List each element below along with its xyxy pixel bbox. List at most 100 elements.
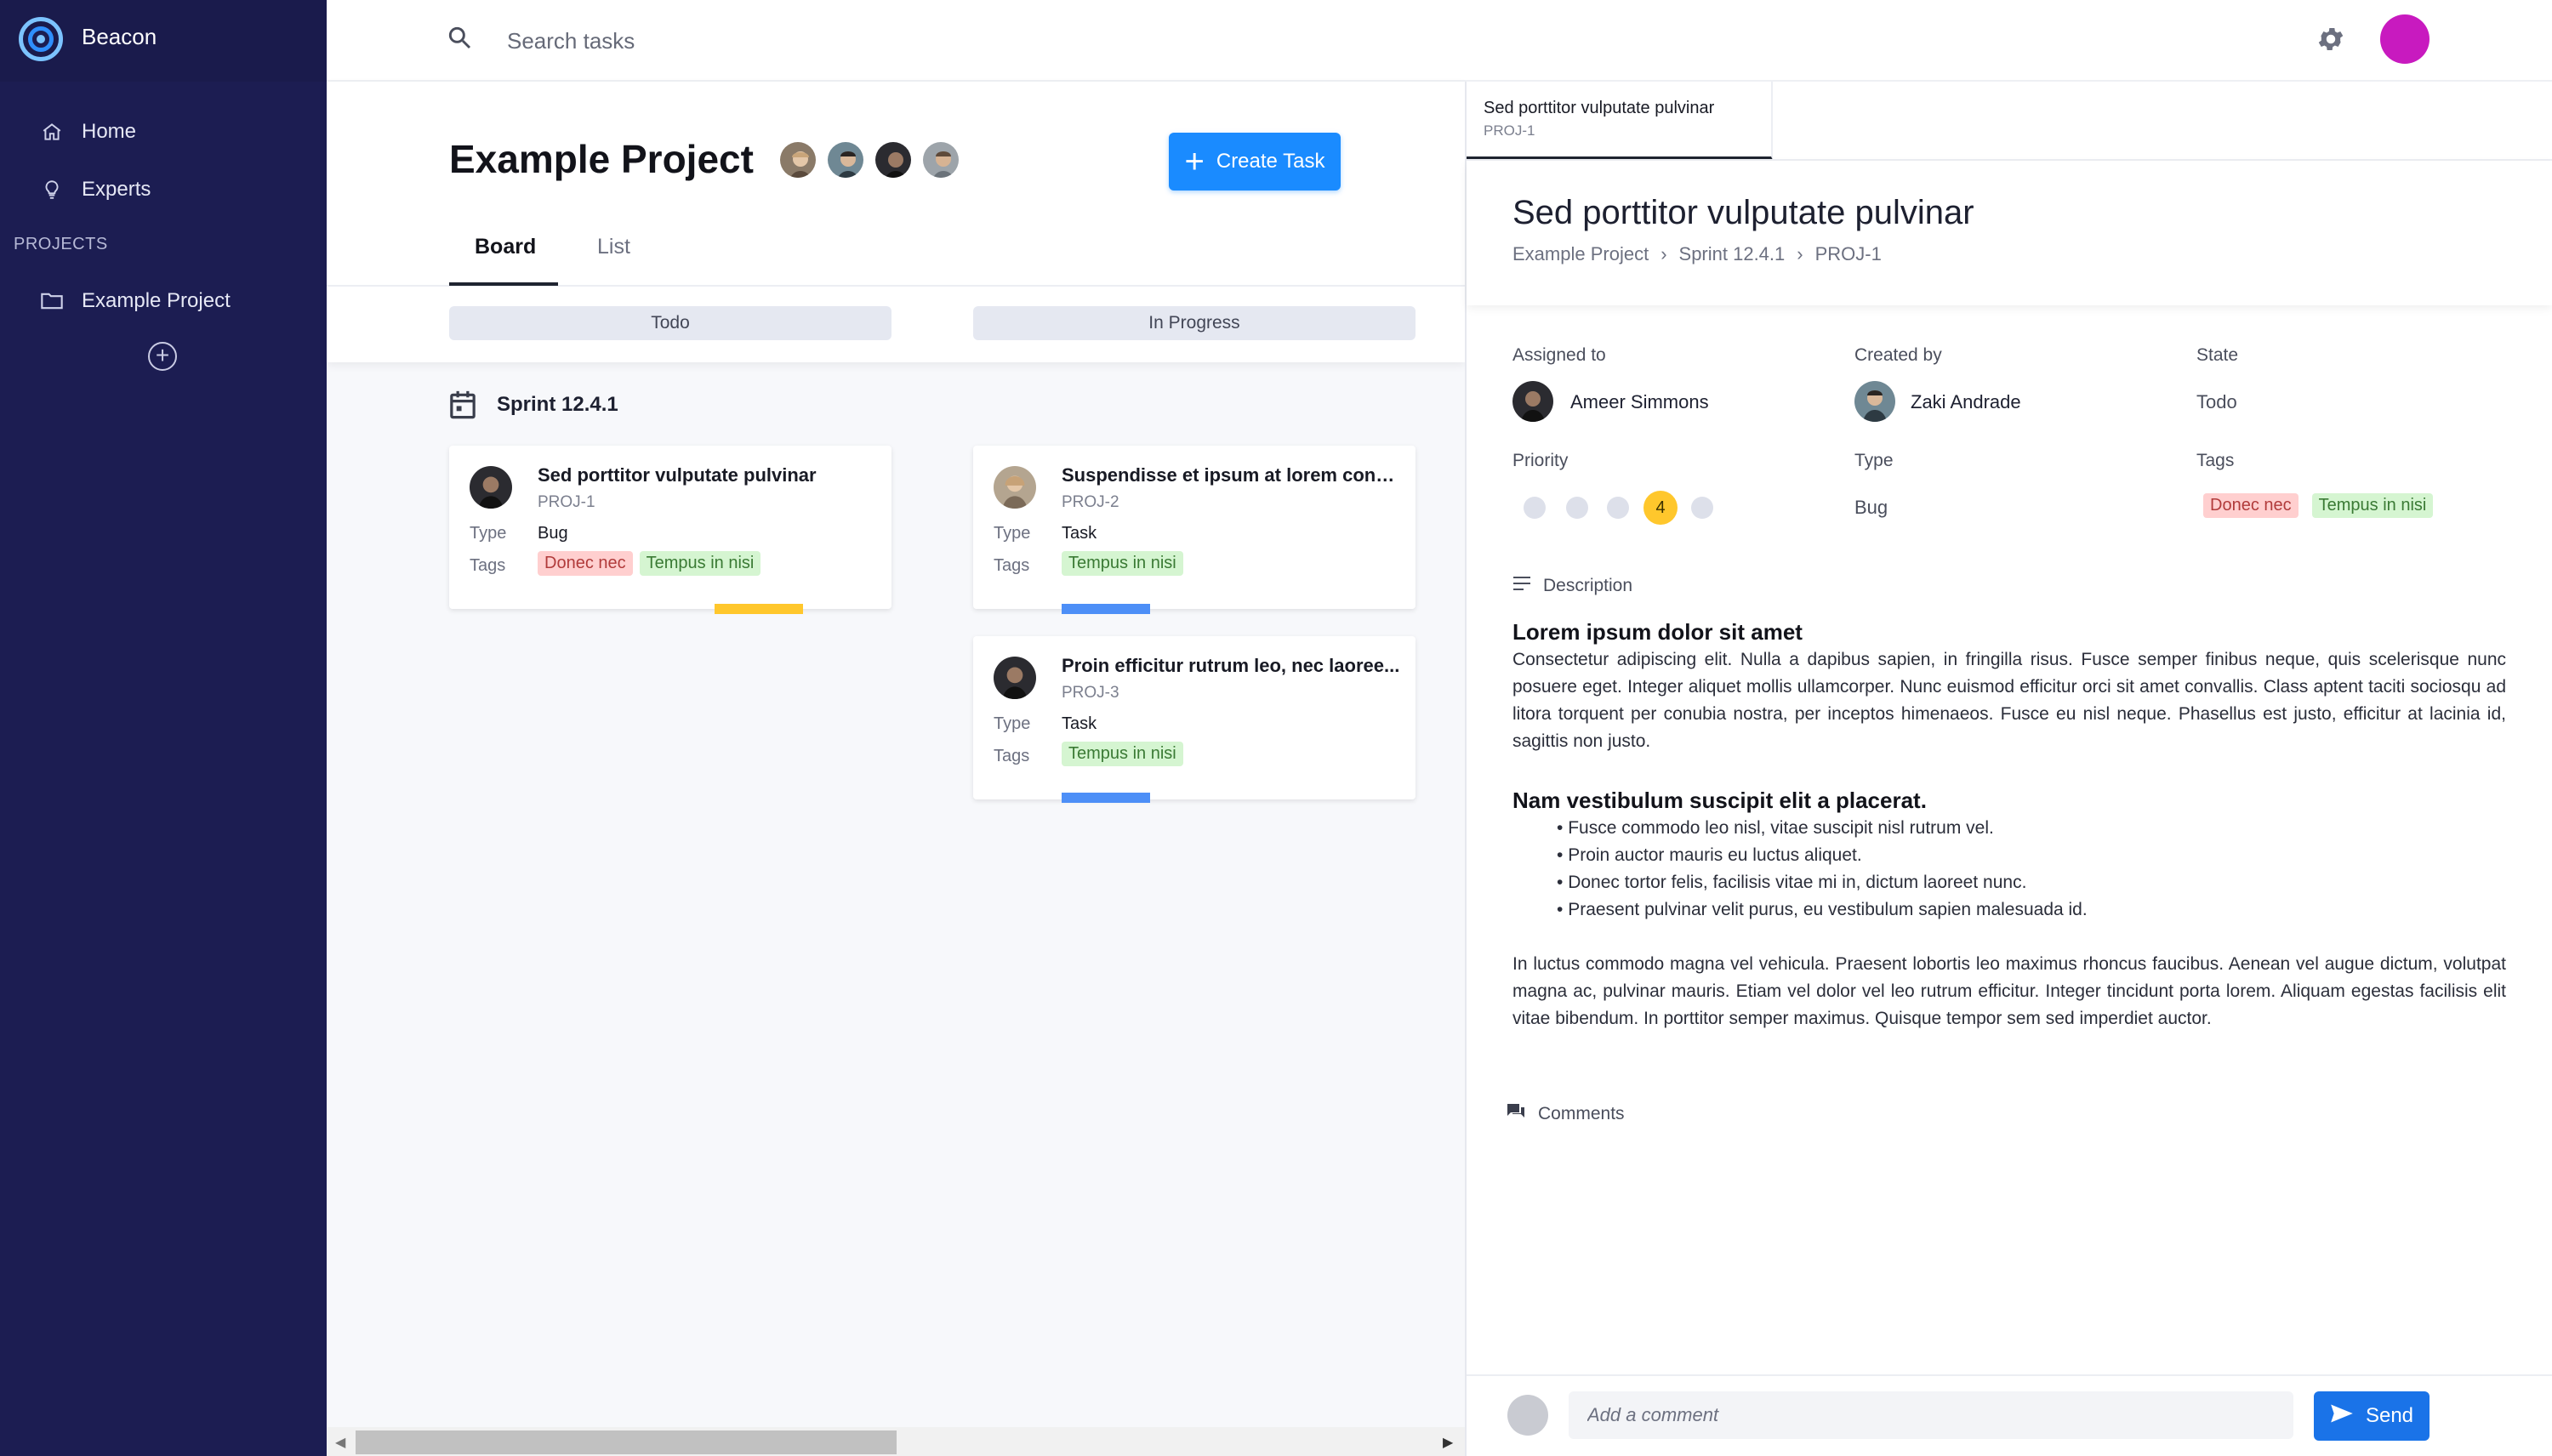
task-title: Sed porttitor vulputate pulvinar xyxy=(538,464,817,486)
sidebar-item-label: Experts xyxy=(82,178,151,201)
priority-option[interactable] xyxy=(1691,497,1713,519)
create-task-button[interactable]: + Create Task xyxy=(1169,133,1341,191)
type-value[interactable]: Bug xyxy=(1854,497,1888,519)
priority-option[interactable] xyxy=(1524,497,1546,519)
comments-icon xyxy=(1506,1102,1526,1126)
description-section: Description xyxy=(1512,575,1632,597)
home-icon xyxy=(39,121,65,143)
task-card[interactable]: Sed porttitor vulputate pulvinar PROJ-1 … xyxy=(449,446,891,609)
creator-avatar xyxy=(1854,381,1895,422)
detail-header xyxy=(1467,161,2552,305)
send-icon xyxy=(2330,1403,2354,1430)
description-paragraph: Consectetur adipiscing elit. Nulla a dap… xyxy=(1512,650,2506,751)
state-value[interactable]: Todo xyxy=(2196,391,2237,413)
priority-selected[interactable]: 4 xyxy=(1643,491,1678,525)
breadcrumb-project[interactable]: Example Project xyxy=(1512,243,1649,265)
projects-section-label: PROJECTS xyxy=(14,235,108,253)
assigned-label: Assigned to xyxy=(1512,345,1606,365)
column-header-todo: Todo xyxy=(449,306,891,340)
task-card[interactable]: Suspendisse et ipsum at lorem condi... P… xyxy=(973,446,1416,609)
type-label: Type xyxy=(994,714,1031,733)
priority-indicator xyxy=(1062,604,1150,614)
column-header-in-progress: In Progress xyxy=(973,306,1416,340)
task-card[interactable]: Proin efficitur rutrum leo, nec laoree..… xyxy=(973,636,1416,799)
tags-label: Tags xyxy=(2196,451,2235,470)
gear-icon[interactable] xyxy=(2316,24,2346,59)
sprint-title[interactable]: Sprint 12.4.1 xyxy=(497,393,618,417)
add-project-button[interactable]: + xyxy=(148,342,177,371)
list-item: Praesent pulvinar velit purus, eu vestib… xyxy=(1557,896,2088,924)
task-id: PROJ-1 xyxy=(538,493,595,511)
search-input[interactable] xyxy=(507,24,1188,58)
assignee-avatar xyxy=(470,466,512,509)
tag: Tempus in nisi xyxy=(1062,551,1183,576)
sidebar-item-example-project[interactable]: Example Project xyxy=(39,282,231,320)
tag: Tempus in nisi xyxy=(639,551,761,576)
priority-option[interactable] xyxy=(1607,497,1629,519)
commenter-avatar xyxy=(1507,1395,1548,1436)
task-title: Suspendisse et ipsum at lorem condi... xyxy=(1062,464,1402,486)
sidebar-item-home[interactable]: Home xyxy=(39,113,136,151)
tab-task-title: Sed porttitor vulputate pulvinar xyxy=(1484,99,1715,117)
description-list: Fusce commodo leo nisl, vitae suscipit n… xyxy=(1557,815,2088,924)
assignee-name[interactable]: Ameer Simmons xyxy=(1570,391,1709,413)
chevron-right-icon: › xyxy=(1661,243,1667,264)
tag: Tempus in nisi xyxy=(2311,493,2434,518)
member-avatar[interactable] xyxy=(825,139,866,180)
user-avatar[interactable] xyxy=(2380,14,2430,64)
description-heading: Nam vestibulum suscipit elit a placerat. xyxy=(1512,788,1927,813)
scroll-right-icon[interactable]: ▶ xyxy=(1443,1434,1453,1451)
description-heading: Lorem ipsum dolor sit amet xyxy=(1512,619,1803,645)
tag: Tempus in nisi xyxy=(1062,742,1183,766)
priority-option[interactable] xyxy=(1566,497,1588,519)
member-avatar[interactable] xyxy=(873,139,914,180)
priority-indicator xyxy=(1062,793,1150,803)
task-id: PROJ-2 xyxy=(1062,493,1119,511)
assignee-avatar xyxy=(994,657,1036,699)
assignee-avatar xyxy=(1512,381,1553,422)
tab-task-detail[interactable]: Sed porttitor vulputate pulvinar PROJ-1 xyxy=(1467,82,1773,160)
lightbulb-icon xyxy=(39,179,65,201)
search-icon xyxy=(446,24,473,55)
task-title: Sed porttitor vulputate pulvinar xyxy=(1512,194,1974,231)
breadcrumb-sprint[interactable]: Sprint 12.4.1 xyxy=(1679,243,1786,265)
sidebar-item-experts[interactable]: Experts xyxy=(39,171,151,208)
list-item: Proin auctor mauris eu luctus aliquet. xyxy=(1557,842,2088,869)
state-label: State xyxy=(2196,345,2239,365)
priority-indicator xyxy=(715,604,803,614)
tab-task-id: PROJ-1 xyxy=(1484,122,1535,139)
list-item: Donec tortor felis, facilisis vitae mi i… xyxy=(1557,869,2088,896)
scrollbar-thumb[interactable] xyxy=(356,1430,897,1454)
tags-label: Tags xyxy=(994,556,1030,575)
task-title: Proin efficitur rutrum leo, nec laoree..… xyxy=(1062,655,1400,676)
tab-board[interactable]: Board xyxy=(475,235,536,259)
tag-list[interactable]: Donec nec Tempus in nisi xyxy=(2203,493,2440,518)
list-item: Fusce commodo leo nisl, vitae suscipit n… xyxy=(1557,815,2088,842)
breadcrumb-task[interactable]: PROJ-1 xyxy=(1815,243,1882,265)
priority-label: Priority xyxy=(1512,451,1569,470)
member-avatar[interactable] xyxy=(778,139,818,180)
page-title: Example Project xyxy=(449,137,754,181)
task-id: PROJ-3 xyxy=(1062,684,1119,702)
folder-icon xyxy=(39,291,65,311)
breadcrumb: Example Project › Sprint 12.4.1 › PROJ-1 xyxy=(1512,243,1882,265)
member-avatar[interactable] xyxy=(920,139,961,180)
tab-list[interactable]: List xyxy=(597,235,630,259)
task-type: Task xyxy=(1062,714,1097,733)
tags-label: Tags xyxy=(994,747,1030,765)
type-label: Type xyxy=(470,524,507,543)
send-button[interactable]: Send xyxy=(2314,1391,2430,1441)
type-label: Type xyxy=(1854,451,1894,470)
scroll-left-icon[interactable]: ◀ xyxy=(335,1434,345,1451)
sidebar xyxy=(0,0,327,1456)
tag-list: Donec nec Tempus in nisi xyxy=(538,551,767,576)
beacon-logo-icon[interactable] xyxy=(19,17,63,61)
tag: Donec nec xyxy=(538,551,633,576)
brand-name[interactable]: Beacon xyxy=(82,24,157,50)
comment-input[interactable] xyxy=(1569,1391,2293,1439)
tag-list: Tempus in nisi xyxy=(1062,551,1190,576)
calendar-icon xyxy=(447,389,478,425)
task-type: Task xyxy=(1062,524,1097,543)
task-type: Bug xyxy=(538,524,568,543)
chevron-right-icon: › xyxy=(1797,243,1803,264)
